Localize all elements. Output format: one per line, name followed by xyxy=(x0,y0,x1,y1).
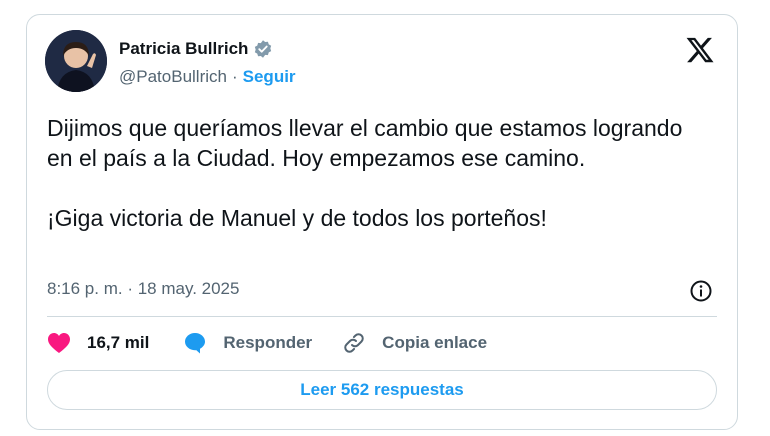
action-bar: 16,7 mil Responder Copia enlace xyxy=(47,330,517,356)
heart-icon xyxy=(47,332,71,354)
avatar[interactable] xyxy=(45,30,107,92)
read-replies-label: Leer 562 respuestas xyxy=(300,380,464,399)
x-logo-icon[interactable] xyxy=(685,35,715,65)
tweet-text: Dijimos que queríamos llevar el cambio q… xyxy=(47,113,707,233)
read-replies-button[interactable]: Leer 562 respuestas xyxy=(47,370,717,410)
reply-label: Responder xyxy=(223,333,313,352)
copy-link-label: Copia enlace xyxy=(382,333,488,352)
like-button[interactable]: 16,7 mil xyxy=(47,332,149,354)
like-count: 16,7 mil xyxy=(87,333,150,352)
tweet-timestamp[interactable]: 8:16 p. m. · 18 may. 2025 xyxy=(47,279,239,299)
reply-button[interactable]: Responder xyxy=(183,331,312,355)
speech-bubble-icon xyxy=(183,331,207,355)
author-name-row: Patricia Bullrich xyxy=(119,39,273,59)
author-handle[interactable]: @PatoBullrich xyxy=(119,67,227,87)
info-icon[interactable] xyxy=(689,279,713,303)
divider xyxy=(47,316,717,317)
link-icon xyxy=(342,331,366,355)
tweet-card: Patricia Bullrich @PatoBullrich · Seguir… xyxy=(26,14,738,430)
handle-separator: · xyxy=(231,67,238,86)
follow-button[interactable]: Seguir xyxy=(243,67,296,87)
tweet-paragraph: ¡Giga victoria de Manuel y de todos los … xyxy=(47,205,547,231)
tweet-paragraph: Dijimos que queríamos llevar el cambio q… xyxy=(47,115,683,171)
author-handle-row: @PatoBullrich · Seguir xyxy=(119,67,296,87)
verified-badge-icon xyxy=(253,39,273,59)
copy-link-button[interactable]: Copia enlace xyxy=(342,331,487,355)
author-name[interactable]: Patricia Bullrich xyxy=(119,39,248,59)
